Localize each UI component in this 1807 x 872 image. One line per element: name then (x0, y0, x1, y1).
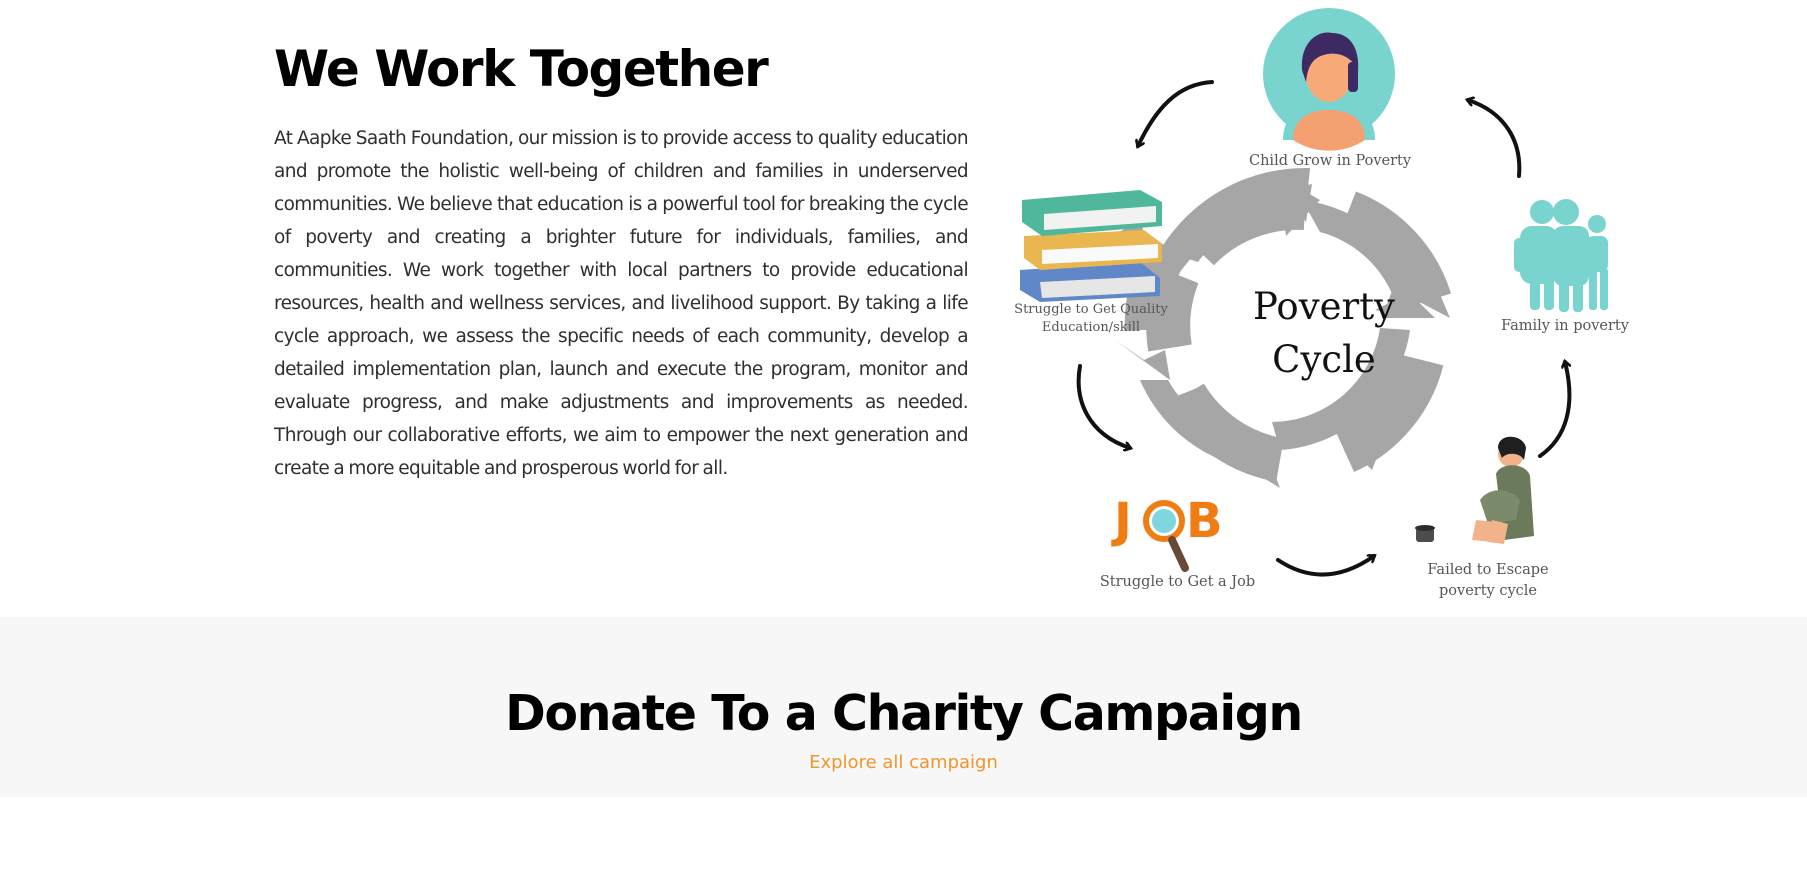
education-label: Struggle to Get Quality Education/skill (1014, 302, 1168, 335)
job-letter-j: J (1111, 493, 1132, 549)
failed-escape-person-icon (1415, 436, 1534, 544)
escape-label: Failed to Escape poverty cycle (1427, 562, 1549, 599)
family-label: Family in poverty (1501, 318, 1629, 334)
about-section: We Work Together At Aapke Saath Foundati… (0, 0, 1807, 617)
section-title: We Work Together (274, 40, 769, 98)
child-avatar-icon (1263, 8, 1395, 151)
books-icon (1020, 190, 1162, 302)
family-icon (1514, 199, 1608, 312)
poverty-cycle-diagram: J B Poverty Cycle Child Grow in Poverty … (1010, 0, 1650, 617)
donate-section: Donate To a Charity Campaign Explore all… (0, 617, 1807, 797)
job-label: Struggle to Get a Job (1099, 574, 1256, 590)
child-label: Child Grow in Poverty (1249, 153, 1412, 169)
job-magnifier-icon: J B (1111, 493, 1223, 572)
mission-paragraph: At Aapke Saath Foundation, our mission i… (274, 128, 969, 479)
job-letter-b: B (1186, 493, 1223, 549)
center-label: Poverty Cycle (1253, 285, 1395, 381)
donate-title: Donate To a Charity Campaign (505, 685, 1303, 742)
explore-campaigns-link[interactable]: Explore all campaign (0, 749, 1807, 777)
